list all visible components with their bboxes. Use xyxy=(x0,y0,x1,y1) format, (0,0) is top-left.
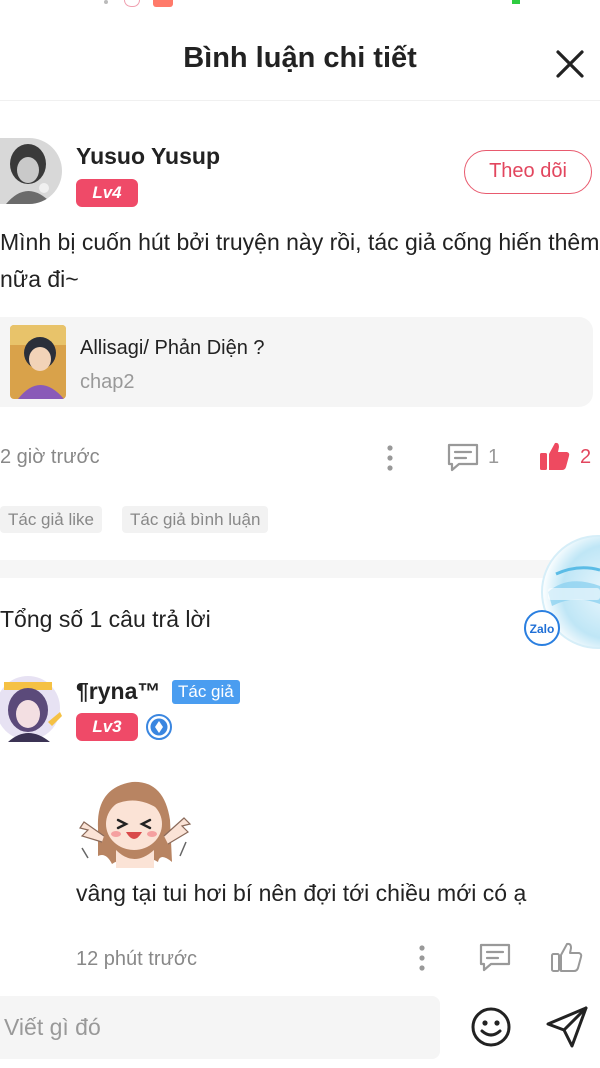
more-options-icon[interactable] xyxy=(384,444,396,472)
comment-text: Mình bị cuốn hút bởi truyện này rồi, tác… xyxy=(0,229,600,292)
page-title: Bình luận chi tiết xyxy=(183,42,417,74)
close-icon[interactable] xyxy=(552,46,588,82)
like-count: 2 xyxy=(580,446,592,468)
avatar[interactable] xyxy=(0,672,64,742)
comment-input[interactable] xyxy=(4,996,424,1059)
thumbs-up-icon[interactable] xyxy=(550,940,584,974)
level-badge: Lv3 xyxy=(76,713,138,741)
commenter-name[interactable]: Yusuo Yusup xyxy=(76,143,220,170)
comment-icon[interactable] xyxy=(478,942,512,972)
section-divider xyxy=(0,560,600,578)
story-title[interactable]: Allisagi/ Phản Diện ? xyxy=(80,337,265,360)
verified-icon xyxy=(146,714,172,740)
sticker-image xyxy=(76,772,194,868)
comment-icon[interactable] xyxy=(446,442,480,472)
reply-timestamp: 12 phút trước xyxy=(76,948,198,970)
story-cover-image[interactable] xyxy=(10,325,66,399)
send-icon[interactable] xyxy=(544,1004,590,1050)
follow-button[interactable]: Theo dõi xyxy=(464,150,592,194)
zalo-label: Zalo xyxy=(530,622,555,636)
author-badge: Tác giả xyxy=(172,680,240,704)
level-badge: Lv4 xyxy=(76,179,138,207)
story-chapter[interactable]: chap2 xyxy=(80,371,135,394)
comment-input-box[interactable] xyxy=(0,996,440,1059)
reply-count: 1 xyxy=(488,446,500,468)
floating-zalo-widget[interactable]: Zalo xyxy=(518,534,600,650)
total-replies-label: Tổng số 1 câu trả lời xyxy=(0,606,211,632)
page-header: Bình luận chi tiết xyxy=(0,20,600,101)
thumbs-up-icon[interactable] xyxy=(538,440,572,472)
avatar[interactable] xyxy=(0,138,62,204)
status-bar xyxy=(0,0,600,12)
reply-text: vâng tại tui hơi bí nên đợi tới chiều mớ… xyxy=(76,880,527,906)
tag-author-liked: Tác giả like xyxy=(0,506,102,533)
more-options-icon[interactable] xyxy=(416,944,428,972)
emoji-icon[interactable] xyxy=(470,1006,512,1048)
tag-author-commented: Tác giả bình luận xyxy=(122,506,269,533)
comment-timestamp: 2 giờ trước xyxy=(0,446,100,468)
replier-name[interactable]: ¶ryna™ xyxy=(76,678,160,705)
battery-icon xyxy=(512,0,520,4)
status-icon xyxy=(124,0,140,7)
status-icon xyxy=(104,0,108,4)
status-icon xyxy=(153,0,173,7)
